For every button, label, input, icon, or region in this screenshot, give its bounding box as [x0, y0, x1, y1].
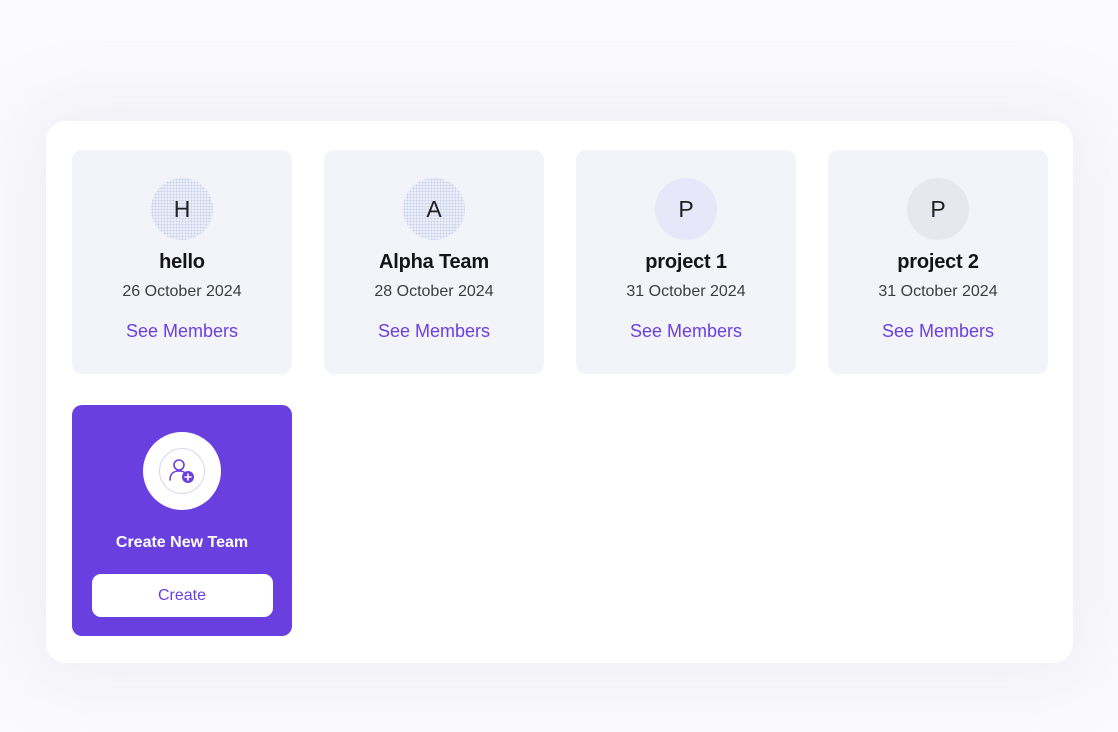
team-card[interactable]: P project 1 31 October 2024 See Members [576, 150, 796, 374]
team-card[interactable]: A Alpha Team 28 October 2024 See Members [324, 150, 544, 374]
team-name: project 2 [897, 251, 979, 273]
team-date: 28 October 2024 [374, 283, 494, 300]
team-name: project 1 [645, 251, 727, 273]
team-avatar: H [151, 178, 213, 240]
team-name: hello [159, 251, 205, 273]
team-date: 31 October 2024 [878, 283, 998, 300]
team-avatar: P [907, 178, 969, 240]
teams-panel: H hello 26 October 2024 See Members A Al… [46, 121, 1073, 663]
team-card[interactable]: P project 2 31 October 2024 See Members [828, 150, 1048, 374]
team-date: 26 October 2024 [122, 283, 242, 300]
create-team-card: Create New Team Create [72, 405, 292, 636]
create-button[interactable]: Create [91, 574, 273, 617]
see-members-link[interactable]: See Members [882, 321, 994, 342]
create-team-title: Create New Team [115, 534, 249, 551]
team-card[interactable]: H hello 26 October 2024 See Members [72, 150, 292, 374]
team-avatar: A [403, 178, 465, 240]
team-date: 31 October 2024 [626, 283, 746, 300]
teams-grid: H hello 26 October 2024 See Members A Al… [72, 150, 1048, 636]
team-avatar: P [655, 178, 717, 240]
create-team-icon-circle [143, 432, 221, 510]
see-members-link[interactable]: See Members [126, 321, 238, 342]
team-name: Alpha Team [379, 251, 489, 273]
see-members-link[interactable]: See Members [378, 321, 490, 342]
add-user-icon [159, 448, 205, 494]
see-members-link[interactable]: See Members [630, 321, 742, 342]
